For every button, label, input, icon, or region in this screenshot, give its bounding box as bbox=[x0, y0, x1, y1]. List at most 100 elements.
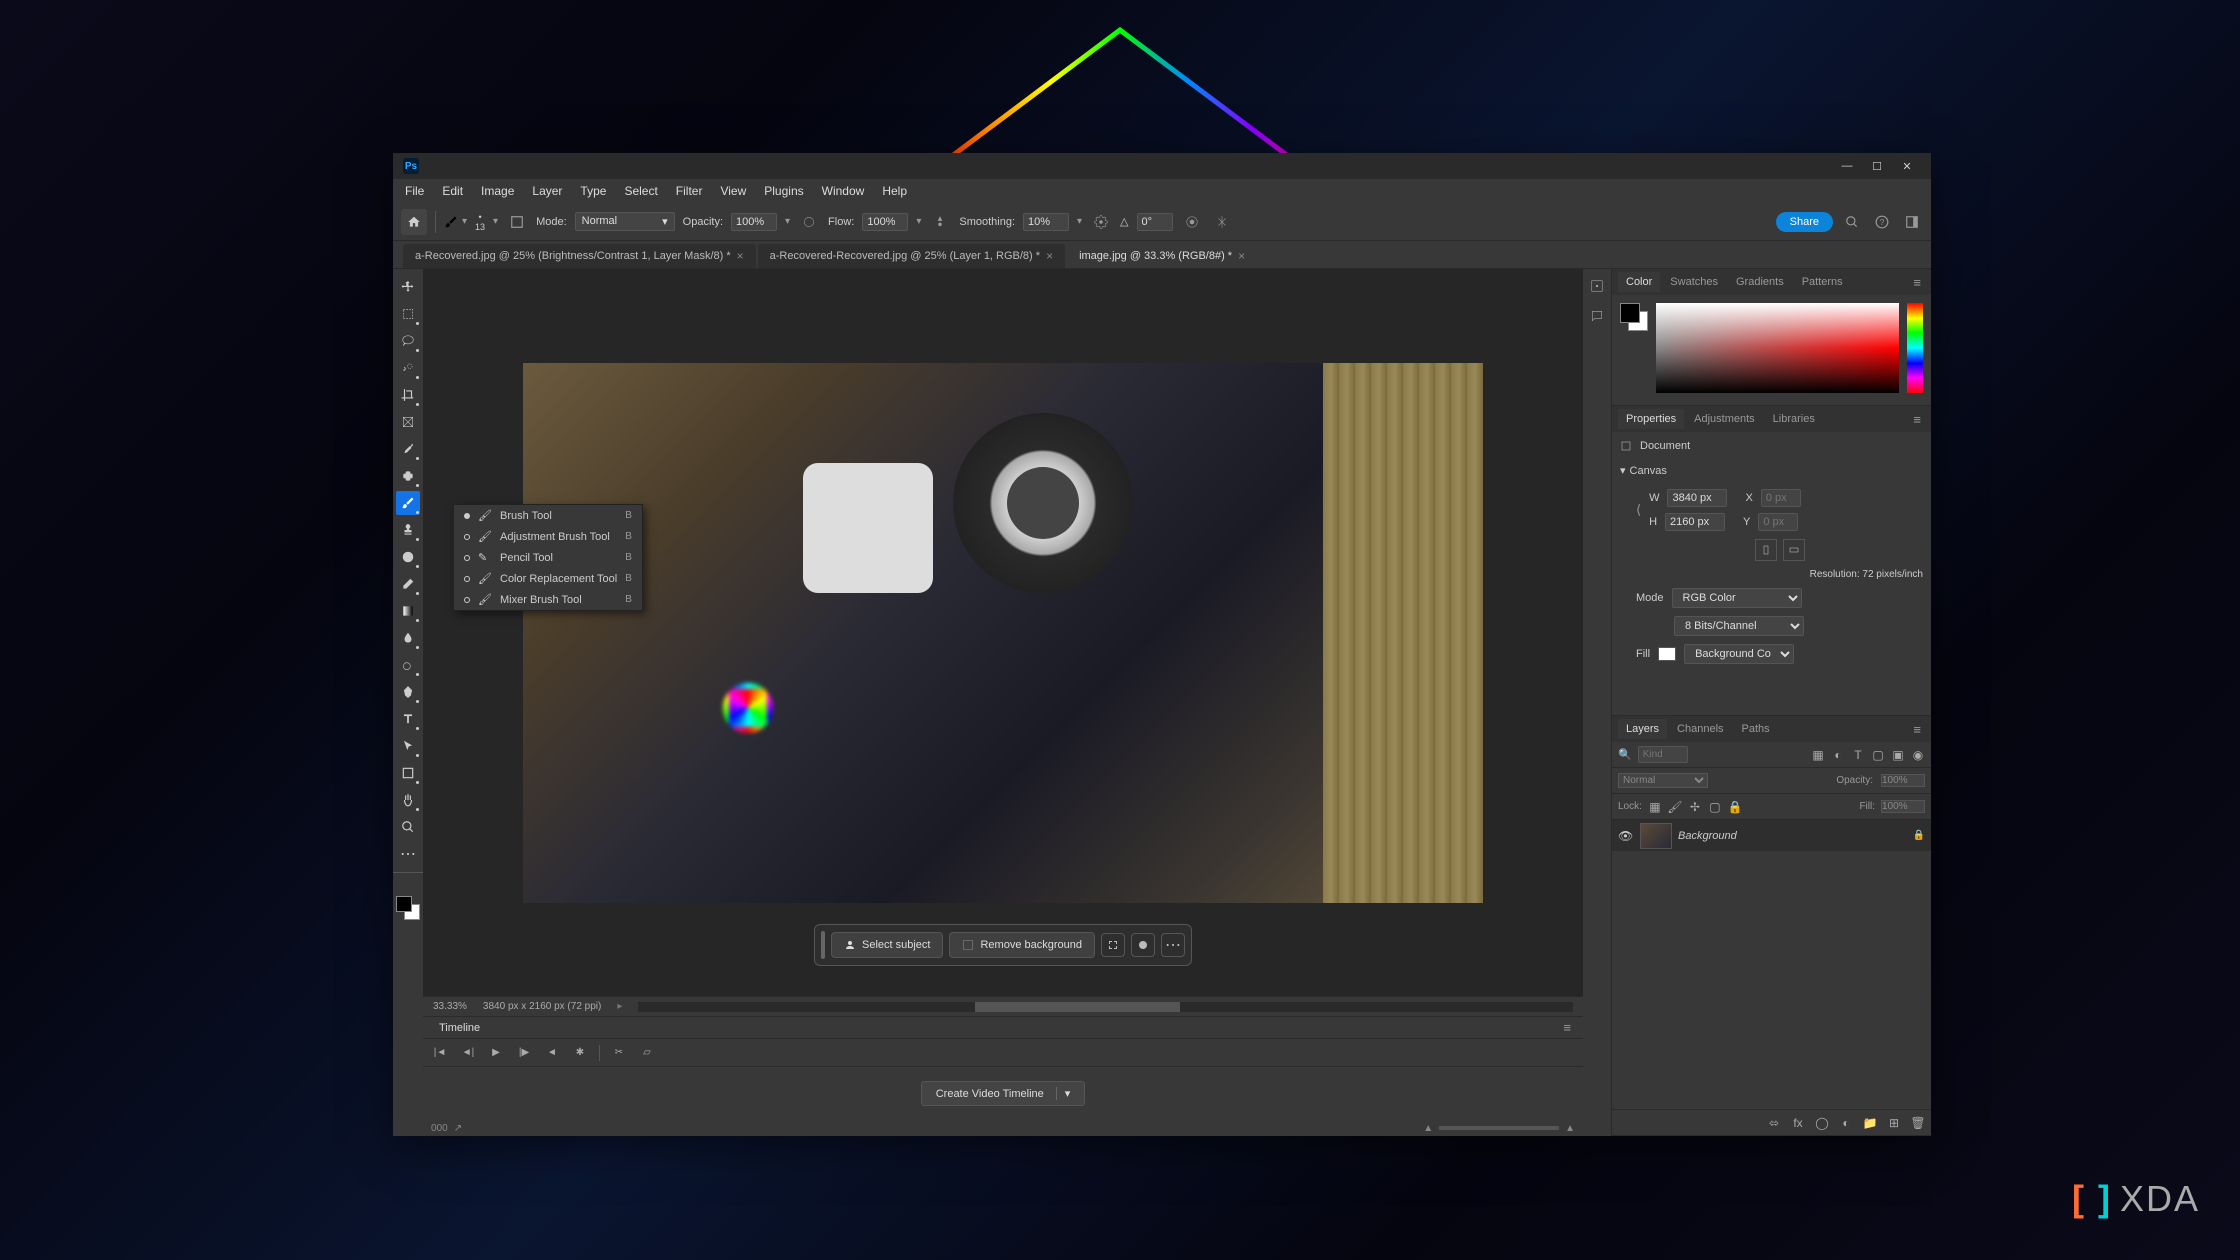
canvas-width-input[interactable] bbox=[1667, 489, 1727, 507]
layer-thumbnail[interactable] bbox=[1640, 823, 1672, 849]
zoom-tool[interactable] bbox=[396, 815, 420, 839]
menu-image[interactable]: Image bbox=[473, 181, 522, 201]
tl-next-frame[interactable]: |▶ bbox=[515, 1044, 533, 1062]
frame-tool[interactable] bbox=[396, 410, 420, 434]
brush-tool[interactable] bbox=[396, 491, 420, 515]
color-panel-swatches[interactable] bbox=[1620, 303, 1648, 331]
filter-type-icon[interactable]: T bbox=[1851, 748, 1865, 762]
dodge-tool[interactable] bbox=[396, 653, 420, 677]
fill-select[interactable]: Background Color bbox=[1684, 644, 1794, 664]
canvas-viewport[interactable]: Select subject Remove background ⋯ bbox=[423, 269, 1583, 996]
flyout-color-replacement[interactable]: 🖌Color Replacement ToolB bbox=[454, 568, 642, 589]
layer-filter-input[interactable] bbox=[1638, 746, 1688, 763]
history-brush-tool[interactable] bbox=[396, 545, 420, 569]
link-layers-icon[interactable]: ⬄ bbox=[1767, 1116, 1781, 1130]
search-icon[interactable] bbox=[1841, 211, 1863, 233]
tl-render-icon[interactable]: ↗ bbox=[454, 1123, 462, 1134]
eyedropper-tool[interactable] bbox=[396, 437, 420, 461]
menu-help[interactable]: Help bbox=[874, 181, 915, 201]
history-panel-icon[interactable] bbox=[1588, 277, 1606, 295]
layer-opacity-input[interactable] bbox=[1881, 774, 1925, 787]
menu-type[interactable]: Type bbox=[572, 181, 614, 201]
menu-window[interactable]: Window bbox=[814, 181, 873, 201]
tab-libraries[interactable]: Libraries bbox=[1765, 409, 1823, 429]
blend-mode-select[interactable]: Normal bbox=[1618, 773, 1708, 788]
tl-prev-frame[interactable]: ◄| bbox=[459, 1044, 477, 1062]
smoothing-options-icon[interactable] bbox=[1090, 211, 1112, 233]
canvas-section-toggle[interactable]: ▾ Canvas bbox=[1620, 460, 1923, 481]
tl-first-frame[interactable]: |◄ bbox=[431, 1044, 449, 1062]
blur-tool[interactable] bbox=[396, 626, 420, 650]
shape-tool[interactable] bbox=[396, 761, 420, 785]
pen-tool[interactable] bbox=[396, 680, 420, 704]
tab-patterns[interactable]: Patterns bbox=[1794, 272, 1851, 292]
comments-panel-icon[interactable] bbox=[1588, 307, 1606, 325]
layer-row[interactable]: 👁 Background 🔒 bbox=[1612, 820, 1931, 852]
tab-adjustments[interactable]: Adjustments bbox=[1686, 409, 1763, 429]
canvas-x-input[interactable] bbox=[1761, 489, 1801, 507]
smoothing-input[interactable] bbox=[1023, 213, 1069, 231]
menu-layer[interactable]: Layer bbox=[524, 181, 570, 201]
path-select-tool[interactable] bbox=[396, 734, 420, 758]
layer-name[interactable]: Background bbox=[1678, 830, 1907, 842]
scrollbar-horizontal[interactable] bbox=[975, 1002, 1181, 1012]
fg-color-swatch[interactable] bbox=[396, 896, 412, 912]
zoom-value[interactable]: 33.33% bbox=[433, 1001, 467, 1012]
tl-rewind[interactable]: ◄ bbox=[543, 1044, 561, 1062]
filter-shape-icon[interactable]: ▢ bbox=[1871, 748, 1885, 762]
tab-gradients[interactable]: Gradients bbox=[1728, 272, 1792, 292]
stamp-tool[interactable] bbox=[396, 518, 420, 542]
color-swatches[interactable] bbox=[396, 896, 420, 920]
menu-select[interactable]: Select bbox=[616, 181, 665, 201]
tl-split-icon[interactable]: ✂ bbox=[610, 1044, 628, 1062]
tab-doc-3[interactable]: image.jpg @ 33.3% (RGB/8#) *× bbox=[1067, 244, 1257, 268]
canvas-height-input[interactable] bbox=[1665, 513, 1725, 531]
blend-mode-dropdown[interactable]: Normal ▾ bbox=[575, 212, 675, 231]
home-button[interactable] bbox=[401, 209, 427, 235]
color-picker-field[interactable] bbox=[1656, 303, 1899, 393]
menu-view[interactable]: View bbox=[712, 181, 754, 201]
fill-icon[interactable] bbox=[1131, 933, 1155, 957]
layer-fx-icon[interactable]: fx bbox=[1791, 1116, 1805, 1130]
layer-fill-input[interactable] bbox=[1881, 800, 1925, 813]
hand-tool[interactable] bbox=[396, 788, 420, 812]
tab-properties[interactable]: Properties bbox=[1618, 409, 1684, 429]
workspace-icon[interactable] bbox=[1901, 211, 1923, 233]
flyout-pencil-tool[interactable]: ✎Pencil ToolB bbox=[454, 547, 642, 568]
tab-paths[interactable]: Paths bbox=[1734, 719, 1778, 739]
edit-toolbar[interactable]: ⋯ bbox=[396, 842, 420, 866]
pressure-opacity-icon[interactable] bbox=[798, 211, 820, 233]
canvas-y-input[interactable] bbox=[1758, 513, 1798, 531]
transform-icon[interactable] bbox=[1101, 933, 1125, 957]
help-icon[interactable]: ? bbox=[1871, 211, 1893, 233]
close-icon[interactable]: × bbox=[1238, 249, 1245, 263]
flow-input[interactable] bbox=[862, 213, 908, 231]
panel-menu-icon[interactable]: ≡ bbox=[1909, 412, 1925, 427]
fill-color-swatch[interactable] bbox=[1658, 647, 1676, 661]
crop-tool[interactable] bbox=[396, 383, 420, 407]
lock-artboard-icon[interactable]: ▢ bbox=[1708, 800, 1722, 814]
layer-mask-icon[interactable]: ◯ bbox=[1815, 1116, 1829, 1130]
orientation-landscape[interactable] bbox=[1783, 539, 1805, 561]
adjustment-layer-icon[interactable]: ◐ bbox=[1839, 1116, 1853, 1130]
tl-play[interactable]: ▶ bbox=[487, 1044, 505, 1062]
panel-menu-icon[interactable]: ≡ bbox=[1909, 275, 1925, 290]
symmetry-icon[interactable] bbox=[1211, 211, 1233, 233]
hue-slider[interactable] bbox=[1907, 303, 1923, 393]
link-wh-icon[interactable]: ⟨ bbox=[1636, 502, 1641, 518]
menu-file[interactable]: File bbox=[397, 181, 432, 201]
layer-group-icon[interactable]: 📁 bbox=[1863, 1116, 1877, 1130]
lock-position-icon[interactable]: ✢ bbox=[1688, 800, 1702, 814]
close-icon[interactable]: × bbox=[737, 249, 744, 263]
tl-transition-icon[interactable]: ▱ bbox=[638, 1044, 656, 1062]
close-button[interactable]: ✕ bbox=[1893, 156, 1921, 176]
gradient-tool[interactable] bbox=[396, 599, 420, 623]
layer-lock-icon[interactable]: 🔒 bbox=[1913, 830, 1925, 841]
share-button[interactable]: Share bbox=[1776, 212, 1833, 232]
type-tool[interactable] bbox=[396, 707, 420, 731]
marquee-tool[interactable] bbox=[396, 302, 420, 326]
lock-pixels-icon[interactable]: ▦ bbox=[1648, 800, 1662, 814]
panel-menu-icon[interactable]: ≡ bbox=[1559, 1020, 1575, 1035]
orientation-portrait[interactable] bbox=[1755, 539, 1777, 561]
pressure-size-icon[interactable] bbox=[1181, 211, 1203, 233]
